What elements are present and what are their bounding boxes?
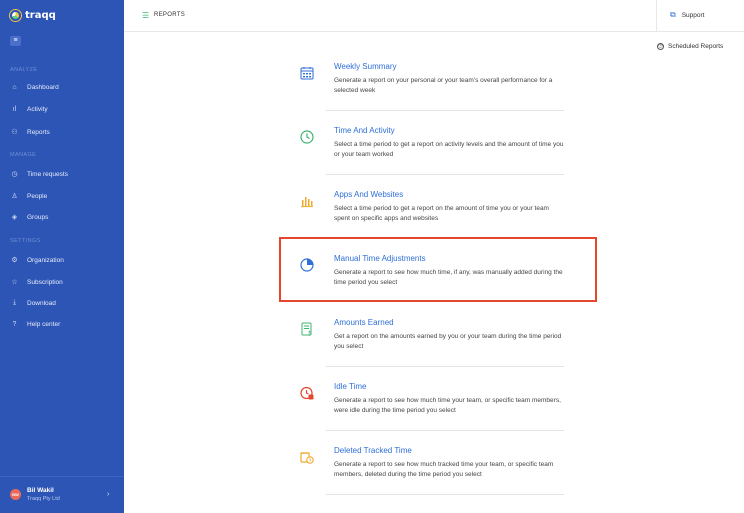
- sidebar-item-label: Help center: [27, 321, 61, 328]
- sidebar-item-organization[interactable]: ⚙ Organization: [10, 256, 64, 265]
- report-weekly-summary[interactable]: Weekly Summary Generate a report on your…: [294, 62, 564, 126]
- sidebar-item-activity[interactable]: ıl Activity: [10, 106, 48, 113]
- bar-chart-icon: ıl: [12, 106, 17, 113]
- sidebar-item-groups[interactable]: ◈ Groups: [10, 213, 49, 222]
- sidebar-item-label: Reports: [27, 128, 50, 136]
- sidebar-item-label: People: [27, 192, 48, 200]
- sidebar-item-subscription[interactable]: ☆ Subscription: [10, 278, 63, 287]
- star-icon: ☆: [11, 279, 18, 286]
- sidebar-item-label: Groups: [27, 213, 49, 221]
- clock-icon: [300, 130, 314, 144]
- groups-icon: ◈: [11, 214, 18, 221]
- deleted-time-icon: [300, 452, 314, 464]
- scheduled-reports-label: Scheduled Reports: [668, 43, 724, 50]
- invoice-icon: $: [301, 322, 312, 336]
- user-organization: Traqq Pty Ltd: [27, 496, 60, 502]
- divider: [656, 0, 657, 32]
- sidebar-item-people[interactable]: ♙ People: [10, 192, 48, 201]
- report-description: Select a time period to get a report on …: [334, 141, 564, 158]
- report-title: Apps And Websites: [334, 190, 404, 199]
- bar-chart-icon: [301, 197, 313, 208]
- menu-toggle-button[interactable]: ≡: [10, 36, 21, 46]
- app-name: traqq: [25, 10, 56, 21]
- divider: [326, 430, 564, 431]
- report-deleted-tracked-time[interactable]: Deleted Tracked Time Generate a report t…: [294, 446, 564, 510]
- avatar: BW: [10, 489, 21, 500]
- sidebar-item-label: Dashboard: [27, 84, 59, 91]
- gear-icon: ⚙: [11, 257, 18, 264]
- section-title-settings: SETTINGS: [10, 238, 41, 244]
- report-amounts-earned[interactable]: $ Amounts Earned Get a report on the amo…: [294, 318, 564, 382]
- report-description: Generate a report to see how much tracke…: [334, 461, 554, 478]
- clock-icon: ◷: [11, 171, 18, 178]
- divider: [326, 110, 564, 111]
- divider: [326, 494, 564, 495]
- sidebar-item-label: Time requests: [27, 170, 68, 178]
- report-title: Deleted Tracked Time: [334, 446, 412, 455]
- sidebar-item-time-requests[interactable]: ◷ Time requests: [10, 170, 68, 179]
- help-icon: ?: [12, 321, 17, 328]
- sidebar-item-label: Organization: [27, 256, 64, 264]
- clock-icon: ◷: [657, 43, 664, 50]
- user-menu[interactable]: BW Bil Wakil Traqq Pty Ltd ›: [0, 476, 124, 513]
- scheduled-reports-button[interactable]: ◷ Scheduled Reports: [657, 43, 723, 50]
- sidebar-item-label: Download: [27, 299, 56, 307]
- support-label: Support: [681, 11, 705, 19]
- sidebar-item-label: Subscription: [27, 278, 63, 286]
- download-icon: ⤓: [12, 299, 17, 306]
- report-idle-time[interactable]: Idle Time Generate a report to see how m…: [294, 382, 564, 446]
- idle-clock-icon: [300, 386, 314, 400]
- section-title-analyze: ANALYZE: [10, 67, 38, 73]
- reports-menu-icon: ☰: [142, 11, 150, 20]
- report-description: Generate a report to see how much time y…: [334, 397, 561, 414]
- support-button[interactable]: ⧉ Support: [670, 10, 705, 20]
- report-time-and-activity[interactable]: Time And Activity Select a time period t…: [294, 126, 564, 190]
- sidebar-item-download[interactable]: ⤓ Download: [10, 299, 56, 307]
- people-icon: ♙: [11, 193, 18, 200]
- report-title: Weekly Summary: [334, 62, 397, 71]
- home-icon: ⌂: [12, 84, 17, 91]
- section-title-manage: MANAGE: [10, 152, 37, 158]
- report-title: Amounts Earned: [334, 318, 394, 327]
- calendar-icon: [300, 67, 314, 80]
- report-title: Idle Time: [334, 382, 367, 391]
- traqq-logo-icon: [10, 10, 21, 21]
- report-description: Generate a report on your personal or yo…: [334, 77, 553, 94]
- report-title: Time And Activity: [334, 126, 395, 135]
- sidebar-item-help-center[interactable]: ? Help center: [10, 321, 61, 328]
- svg-text:$: $: [308, 330, 312, 336]
- top-bar: ☰ REPORTS ⧉ Support: [124, 0, 744, 32]
- divider: [326, 174, 564, 175]
- reports-icon: ⚇: [11, 129, 18, 136]
- sidebar-item-reports[interactable]: ⚇ Reports: [10, 128, 50, 137]
- report-description: Select a time period to get a report on …: [334, 205, 549, 222]
- sidebar: traqq ≡ ANALYZE ⌂ Dashboard ıl Activity …: [0, 0, 124, 513]
- page-title: REPORTS: [154, 12, 185, 18]
- chat-icon: ⧉: [670, 10, 676, 19]
- sidebar-item-dashboard[interactable]: ⌂ Dashboard: [10, 84, 59, 91]
- sidebar-item-label: Activity: [27, 106, 48, 113]
- chevron-right-icon: ›: [107, 491, 110, 498]
- highlight-box: [279, 237, 597, 302]
- app-logo[interactable]: traqq: [10, 10, 56, 21]
- user-name: Bil Wakil: [27, 487, 54, 494]
- divider: [326, 366, 564, 367]
- report-description: Get a report on the amounts earned by yo…: [334, 333, 562, 350]
